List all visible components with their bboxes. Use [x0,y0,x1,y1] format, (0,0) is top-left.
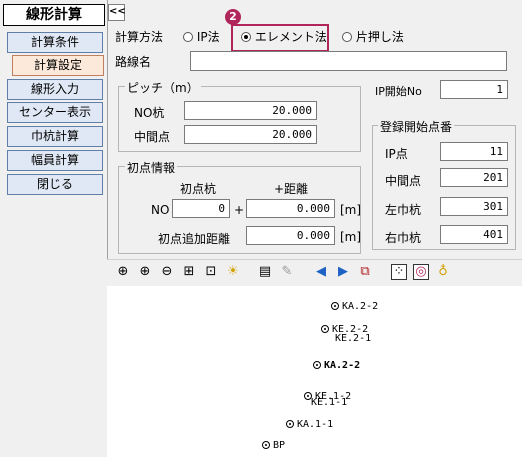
initial-point-title: 初点情報 [125,159,178,176]
sidebar: 線形計算 計算条件 計算設定 線形入力 センター表示 巾杭計算 幅員計算 閉じる [0,0,108,457]
radio-one-side-indicator[interactable] [342,32,352,42]
additional-distance-label: 初点追加距離 [158,232,231,246]
intermediate-start-label: 中間点 [385,174,422,188]
point-marker-icon [331,302,339,310]
additional-distance-unit: [m] [340,230,362,244]
intermediate-pitch-input[interactable]: 20.000 [184,125,317,144]
point-select-icon[interactable]: ◎ [413,264,429,280]
point-marker-icon [262,441,270,449]
radio-ip-indicator[interactable] [183,32,193,42]
point-bp: BP [262,440,285,451]
route-name-label: 路線名 [115,55,152,69]
pan-icon[interactable]: ⊞ [181,264,197,280]
nav-close[interactable]: 閉じる [7,174,103,195]
grid-select-icon[interactable]: ⁘ [391,264,407,280]
zoom-fit-icon[interactable]: ⊕ [115,264,131,280]
right-pile-label: 右巾杭 [385,231,422,245]
prev-icon[interactable]: ◀ [313,264,329,280]
ip-point-label: IP点 [385,147,408,161]
print-icon[interactable]: ▤ [257,264,273,280]
plus-distance-header: +距離 [274,182,309,196]
registration-start-title: 登録開始点番 [378,118,455,135]
no-pile-pitch-input[interactable]: 20.000 [184,101,317,120]
calc-method-label: 計算方法 [115,30,164,44]
radio-ip-method[interactable]: IP法 [183,28,220,45]
nav-width-pile-calc[interactable]: 巾杭計算 [7,126,103,147]
app-title: 線形計算 [3,4,105,26]
intermediate-start-input[interactable]: 201 [440,168,508,187]
radio-element-indicator[interactable] [241,32,251,42]
edit-icon[interactable]: ✎ [279,264,295,280]
intermediate-pitch-label: 中間点 [134,130,171,144]
point-ka-2-2-bold: KA.2-2 [313,360,360,371]
nav-center-display[interactable]: センター表示 [7,102,103,123]
left-pile-label: 左巾杭 [385,203,422,217]
left-pile-input[interactable]: 301 [440,197,508,216]
light-icon[interactable]: ☀ [225,264,241,280]
layout-icon[interactable]: ⧉ [357,264,373,280]
point-marker-icon [313,361,321,369]
radio-one-side-method[interactable]: 片押し法 [342,28,404,45]
point-marker-icon [321,325,329,333]
collapse-sidebar-button[interactable]: << [108,4,126,21]
ip-start-input[interactable]: 1 [440,80,508,99]
ip-point-input[interactable]: 11 [440,142,508,161]
initial-distance-input[interactable]: 0.000 [246,199,335,218]
point-ka-1-1: KA.1-1 [286,419,333,430]
no-pile-label: NO杭 [134,106,165,120]
additional-distance-input[interactable]: 0.000 [246,226,335,245]
zoom-window-icon[interactable]: ⊡ [203,264,219,280]
point-ke-2-1: KE.2-1 [335,333,372,344]
plus-sign: + [234,203,245,217]
point-marker-icon [286,420,294,428]
view-toolbar: ⊕ ⊕ ⊖ ⊞ ⊡ ☀ ▤ ✎ ◀ ▶ ⧉ ⁘ ◎ ♁ [107,259,522,287]
next-icon[interactable]: ▶ [335,264,351,280]
point-ka-2-2: KA.2-2 [331,301,378,312]
initial-pile-header: 初点杭 [180,182,217,196]
point-ke-1-1: KE.1-1 [311,397,348,408]
no-label: NO [151,203,170,217]
zoom-out-icon[interactable]: ⊖ [159,264,175,280]
pitch-group-title: ピッチ（m） [125,79,201,96]
distance-unit: [m] [340,203,362,217]
radio-element-method[interactable]: エレメント法 [241,28,327,45]
drawing-canvas[interactable]: KA.2-2 KE.2-2 KE.2-1 KA.2-2 KE.1-2 KE.1-… [107,286,522,457]
marker-icon[interactable]: ♁ [435,264,451,280]
nav-alignment-input[interactable]: 線形入力 [7,79,103,100]
nav-road-width-calc[interactable]: 幅員計算 [7,150,103,171]
ip-start-label: IP開始No [375,85,422,98]
zoom-in-icon[interactable]: ⊕ [137,264,153,280]
right-pile-input[interactable]: 401 [440,225,508,244]
initial-no-input[interactable]: 0 [172,199,230,218]
step-callout-badge: 2 [225,9,241,25]
nav-calc-settings[interactable]: 計算設定 [12,55,104,76]
nav-calc-conditions[interactable]: 計算条件 [7,32,103,53]
route-name-input[interactable] [190,51,507,71]
